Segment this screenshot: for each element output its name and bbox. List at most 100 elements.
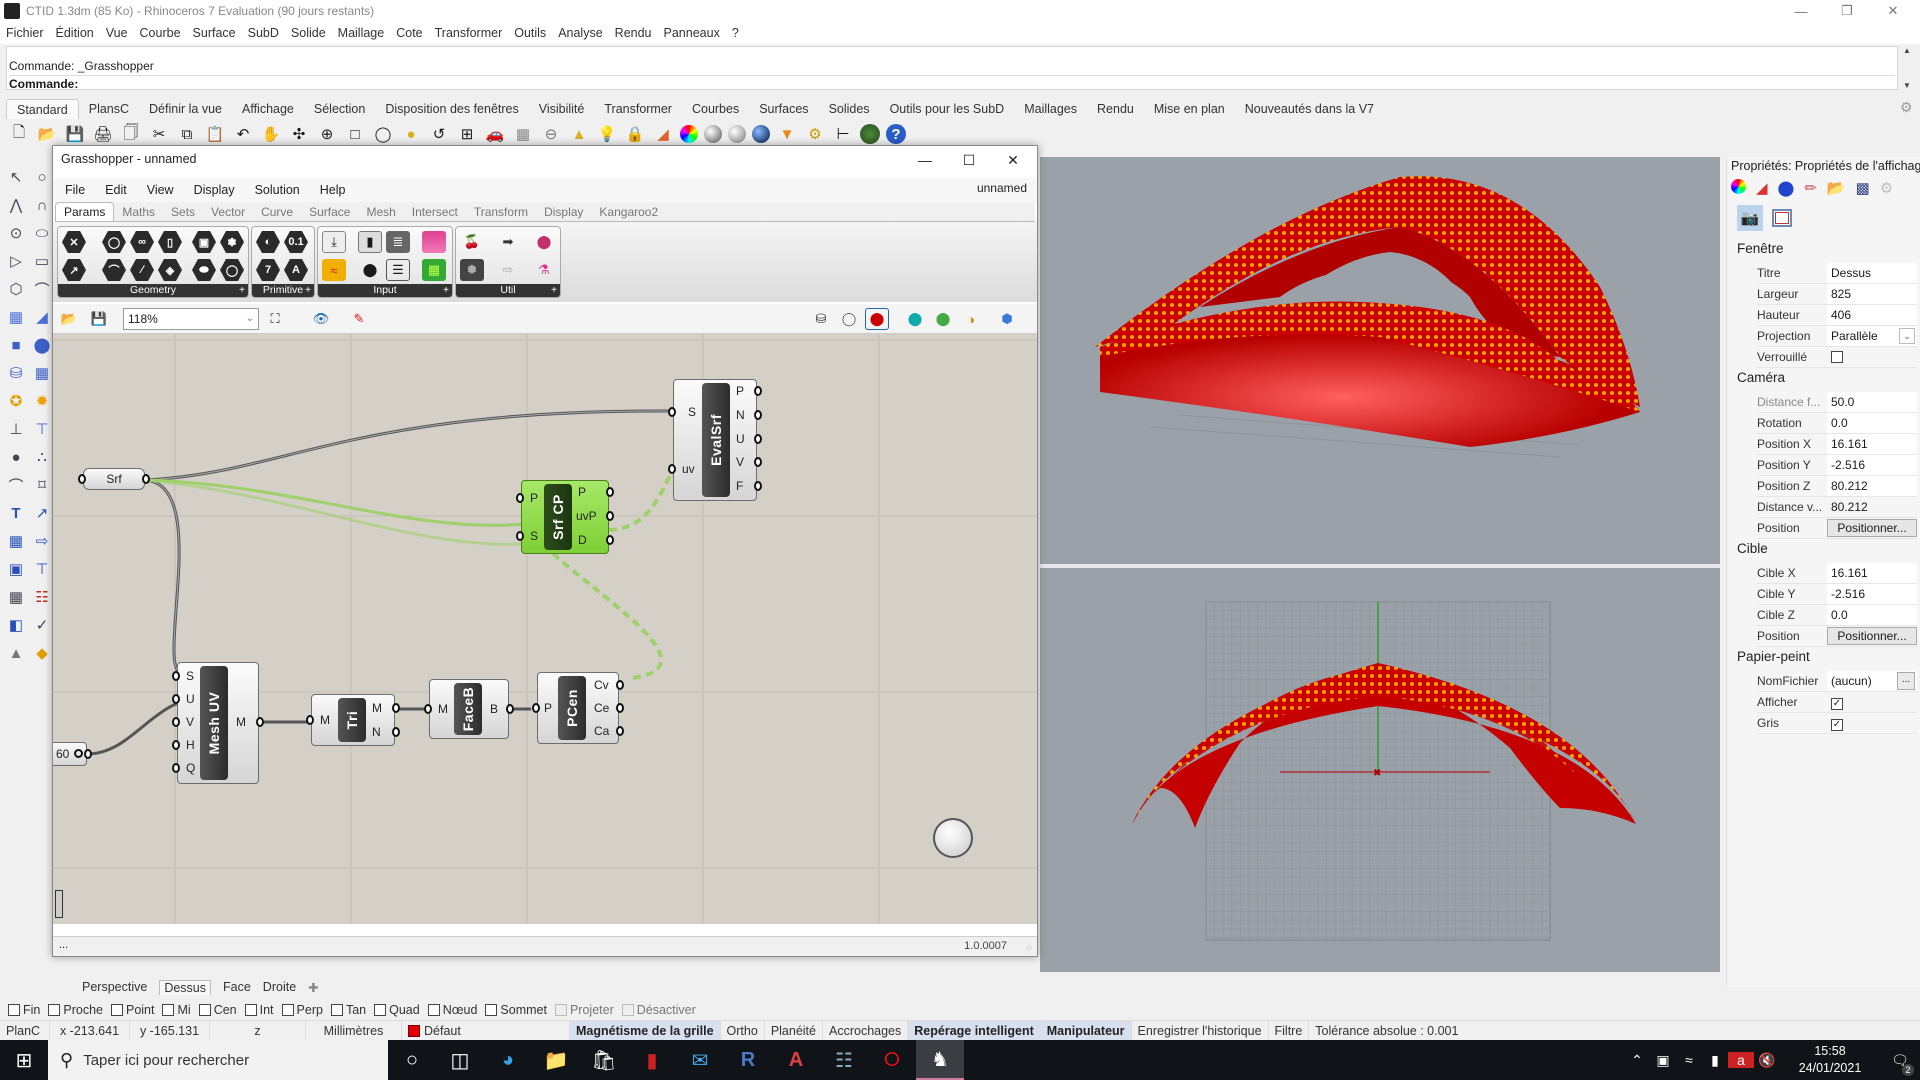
box-icon[interactable]: ■ [5, 334, 27, 356]
add-viewport-icon[interactable]: ✚ [308, 980, 318, 995]
car-icon[interactable]: 🚗 [484, 123, 506, 145]
chevron-down-icon[interactable]: ⌄ [246, 309, 254, 329]
polyline-icon[interactable]: ⋀ [5, 194, 27, 216]
param-vector-icon[interactable]: ↗ [62, 259, 86, 281]
input-grip[interactable] [516, 531, 524, 541]
node-meshuv[interactable]: Mesh UV S U V H Q M [172, 662, 264, 784]
tab-maillages[interactable]: Maillages [1014, 99, 1087, 119]
canvas-scroll-handle[interactable] [55, 890, 63, 918]
open-icon[interactable]: 📂 [36, 123, 58, 145]
input-grip[interactable] [172, 740, 180, 750]
osnap-mi[interactable]: Mi [162, 1003, 191, 1017]
input-digit-scroller-icon[interactable]: ≣ [386, 231, 410, 253]
cible-positionner-button[interactable]: Positionner... [1827, 627, 1917, 645]
status-smart-track[interactable]: Repérage intelligent [908, 1020, 1041, 1041]
verrouille-checkbox[interactable] [1831, 351, 1843, 363]
status-units[interactable]: Millimètres [306, 1020, 402, 1041]
util-arrow-dark-icon[interactable]: ➡ [496, 231, 520, 253]
zoom-extents-icon[interactable]: ⛶ [263, 308, 287, 330]
render-tools-icon[interactable]: ◆ [31, 642, 53, 664]
gh-status-dots[interactable]: ... [59, 939, 68, 951]
check-icon[interactable]: ✓ [31, 614, 53, 636]
paste-icon[interactable]: 📋 [204, 123, 226, 145]
gh-maximize-button[interactable]: ☐ [947, 146, 991, 174]
tab-standard[interactable]: Standard [6, 99, 79, 119]
position-z-field[interactable]: 80.212 [1827, 476, 1917, 496]
gh-tab-display[interactable]: Display [536, 203, 591, 221]
point-icon[interactable]: ○ [31, 166, 53, 188]
viewport-tab-icon[interactable] [1769, 205, 1795, 231]
gh-tab-intersect[interactable]: Intersect [404, 203, 466, 221]
toolbar-settings-gear-icon[interactable]: ⚙ [1900, 99, 1916, 115]
import-icon[interactable]: 🗍 [120, 123, 142, 145]
cible-x-field[interactable]: 16.161 [1827, 563, 1917, 583]
status-filter[interactable]: Filtre [1269, 1020, 1310, 1041]
arc-icon[interactable]: ▷ [5, 250, 27, 272]
input-gradient-icon[interactable] [422, 231, 446, 253]
input-grip[interactable] [668, 464, 676, 474]
status-cplane[interactable]: PlanC [0, 1020, 50, 1041]
calculator-icon[interactable]: ☷ [820, 1040, 868, 1080]
save-icon[interactable]: 💾 [64, 123, 86, 145]
output-grip[interactable] [754, 386, 762, 396]
osnap-tan[interactable]: Tan [330, 1003, 366, 1017]
output-grip[interactable] [392, 727, 400, 737]
red-app-icon[interactable]: ▮ [628, 1040, 676, 1080]
canvas-navigation-widget[interactable] [933, 818, 973, 858]
menu-fichier[interactable]: Fichier [6, 26, 44, 40]
scroll-down-icon[interactable]: ▼ [1903, 81, 1911, 90]
block-icon[interactable]: ▣ [5, 558, 27, 580]
preview-mesh-settings-icon[interactable]: ⬤ [931, 308, 955, 330]
close-button[interactable]: ✕ [1870, 0, 1916, 22]
lock-icon[interactable]: 🔒 [624, 123, 646, 145]
browse-button[interactable]: ... [1897, 672, 1915, 690]
print-icon[interactable]: 🖨 [92, 123, 114, 145]
node-tri[interactable]: Tri M M N [306, 694, 400, 746]
gh-tab-kangaroo2[interactable]: Kangaroo2 [591, 203, 666, 221]
osnap-checkbox[interactable] [8, 1004, 20, 1016]
array-icon[interactable]: ▦ [5, 530, 27, 552]
output-grip[interactable] [754, 434, 762, 444]
preview-material-icon[interactable]: ◑ [959, 308, 983, 330]
wifi-icon[interactable]: ≈ [1676, 1052, 1702, 1068]
viewport-tab-perspective[interactable]: Perspective [82, 980, 147, 994]
output-grip[interactable] [256, 717, 264, 727]
fillet-curve-icon[interactable]: ⌒ [31, 278, 53, 300]
param-boolean-icon[interactable]: ◐ [256, 231, 280, 253]
tab-mise-en-plan[interactable]: Mise en plan [1144, 99, 1235, 119]
zoom-selected-icon[interactable]: ● [400, 123, 422, 145]
menu-surface[interactable]: Surface [193, 26, 236, 40]
menu-cote[interactable]: Cote [396, 26, 422, 40]
output-grip[interactable] [754, 457, 762, 467]
menu-vue[interactable]: Vue [106, 26, 128, 40]
ribbon-label-geometry[interactable]: Geometry [58, 284, 248, 297]
number-slider[interactable]: 60 [53, 742, 92, 766]
param-integer-icon[interactable]: 7 [256, 259, 280, 281]
osnap-checkbox[interactable] [427, 1004, 440, 1016]
output-grip[interactable] [754, 481, 762, 491]
param-number-icon[interactable]: 0.1 [284, 231, 308, 253]
cortana-icon[interactable]: ○ [388, 1040, 436, 1080]
ungroup-icon[interactable]: ∴ [31, 446, 53, 468]
expand-icon[interactable]: + [551, 284, 557, 297]
menu-edition[interactable]: Édition [56, 26, 94, 40]
output-grip[interactable] [142, 474, 150, 484]
gh-tab-curve[interactable]: Curve [253, 203, 301, 221]
autocad-icon[interactable]: A [772, 1040, 820, 1080]
output-grip[interactable] [754, 410, 762, 420]
input-button-icon[interactable]: ▮ [358, 231, 382, 253]
node-srf[interactable]: Srf [78, 468, 150, 490]
tray-overflow-icon[interactable]: ⌃ [1624, 1052, 1650, 1069]
input-colour-swatch-icon[interactable]: ▦ [422, 259, 446, 281]
param-curve-icon[interactable]: ∞ [130, 231, 154, 253]
menu-solide[interactable]: Solide [291, 26, 326, 40]
preview-shaded-icon[interactable]: ⬤ [865, 308, 889, 330]
sketch-pen-icon[interactable]: ✎ [347, 308, 371, 330]
status-layer[interactable]: Défaut [402, 1020, 570, 1041]
explode-puzzle-icon[interactable]: ✪ [5, 390, 27, 412]
param-surface-icon[interactable]: ▯ [158, 231, 182, 253]
color-wheel-icon[interactable] [680, 125, 698, 143]
revit-icon[interactable]: R [724, 1040, 772, 1080]
menu-transformer[interactable]: Transformer [435, 26, 503, 40]
cplane-icon[interactable]: ⊖ [540, 123, 562, 145]
